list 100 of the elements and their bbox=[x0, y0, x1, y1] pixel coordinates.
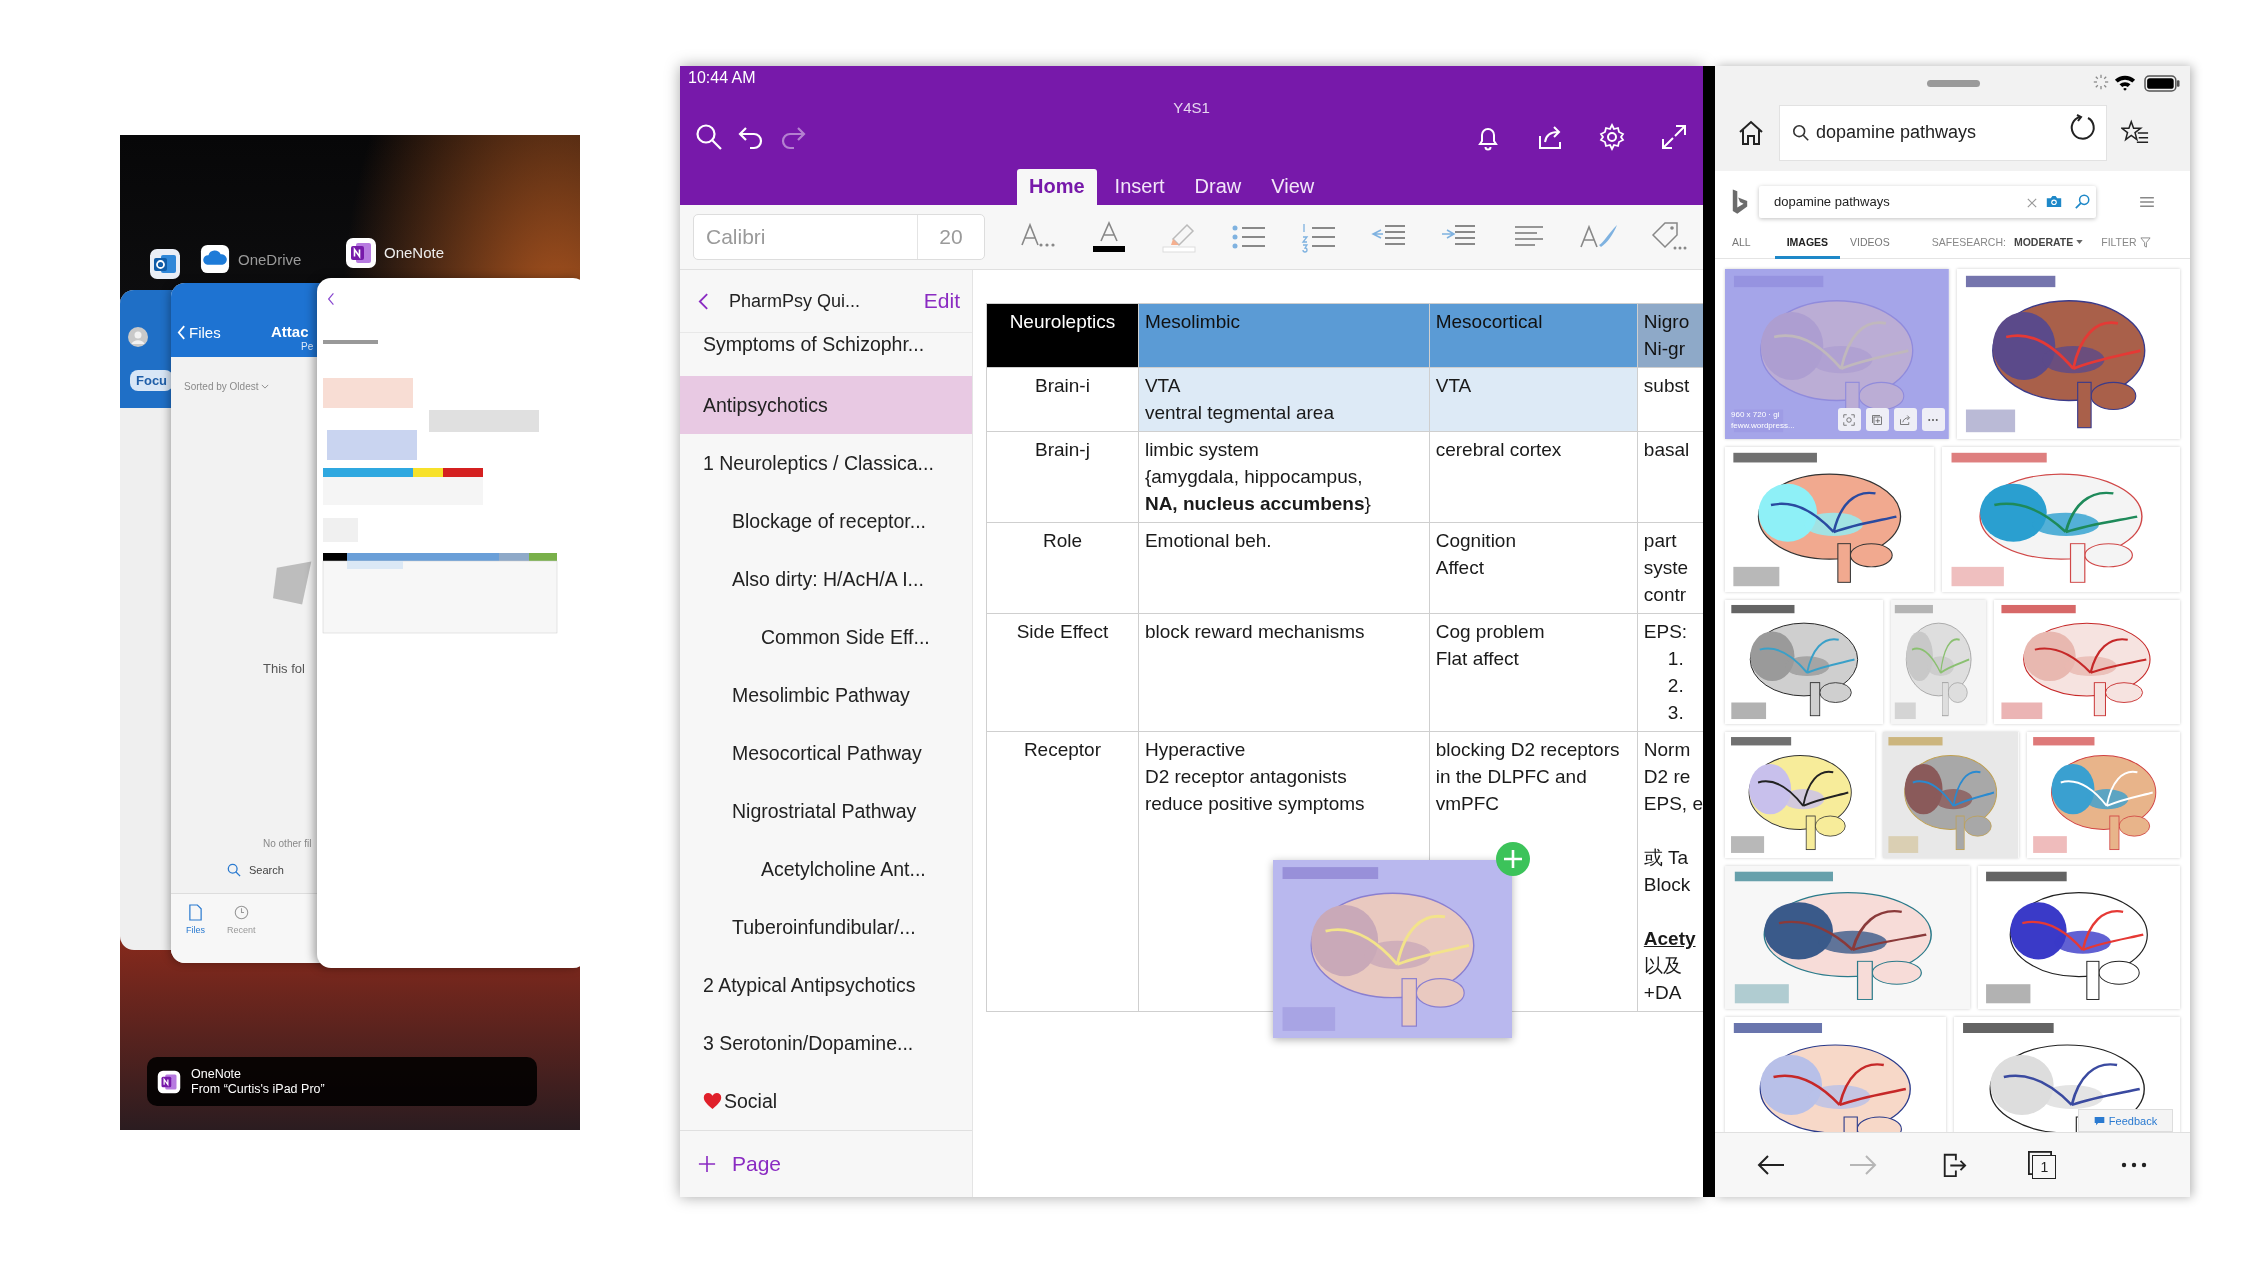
home-icon[interactable] bbox=[1737, 118, 1765, 147]
address-bar[interactable]: dopamine pathways bbox=[1779, 104, 2107, 161]
add-icon[interactable] bbox=[1495, 841, 1531, 877]
search-icon[interactable] bbox=[2075, 194, 2090, 209]
status-time: 10:44 AM bbox=[688, 69, 756, 87]
page-item[interactable]: Also dirty: H/AcH/A I... bbox=[680, 550, 972, 608]
plus-icon bbox=[698, 1155, 716, 1173]
battery-icon bbox=[2143, 75, 2181, 92]
search-link[interactable]: Search bbox=[227, 863, 284, 877]
filter-tab[interactable]: Focu bbox=[130, 370, 174, 391]
more-icon[interactable] bbox=[2120, 1161, 2149, 1169]
ribbon-tab[interactable]: Draw bbox=[1182, 169, 1254, 205]
search-field[interactable]: dopamine pathways bbox=[1759, 185, 2096, 218]
share-icon[interactable] bbox=[1536, 123, 1564, 151]
settings-icon[interactable] bbox=[1598, 123, 1626, 151]
card-subtitle: Pe bbox=[301, 341, 314, 352]
page-item[interactable]: Mesolimbic Pathway bbox=[680, 666, 972, 724]
back-link[interactable]: Files bbox=[177, 324, 221, 341]
page-item[interactable]: 3 Serotonin/Dopamine... bbox=[680, 1014, 972, 1072]
page-item[interactable]: Symptoms of Schizophr... bbox=[680, 333, 972, 376]
ribbon-tab[interactable]: Insert bbox=[1102, 169, 1177, 205]
feedback-button[interactable]: Feedback bbox=[2078, 1109, 2173, 1132]
drag-handle[interactable] bbox=[1927, 80, 1980, 87]
expand-icon[interactable] bbox=[1660, 123, 1688, 151]
logo-icon[interactable] bbox=[1731, 187, 1749, 216]
table-cell: block reward mechanisms bbox=[1138, 613, 1430, 732]
table-header: Mesocortical bbox=[1429, 303, 1638, 368]
table-header: Nigro Ni-gr bbox=[1637, 303, 1703, 368]
menu-icon[interactable] bbox=[2139, 196, 2155, 208]
filter-icon bbox=[2139, 236, 2151, 248]
more-button[interactable] bbox=[1921, 408, 1945, 431]
table-cell: Role bbox=[986, 522, 1139, 614]
image-source-label: feww.wordpress... bbox=[1731, 420, 1795, 431]
cell-paragraph: Norm D2 re EPS, e bbox=[1643, 738, 1703, 816]
page-item[interactable]: Antipsychotics bbox=[680, 376, 972, 434]
back-icon bbox=[327, 292, 335, 306]
safesearch-label: SAFESEARCH: bbox=[1931, 236, 2006, 248]
table-cell: Cognition Affect bbox=[1429, 522, 1638, 614]
cloud-app-icon[interactable] bbox=[200, 244, 230, 274]
table-cell: Brain-j bbox=[986, 431, 1139, 523]
envelope-app-icon[interactable] bbox=[149, 248, 181, 280]
search-icon[interactable] bbox=[695, 123, 723, 151]
ribbon-tab[interactable]: Home bbox=[1017, 169, 1097, 205]
page-item[interactable]: 2 Atypical Antipsychotics bbox=[680, 956, 972, 1014]
search-icon bbox=[1792, 123, 1810, 142]
app-name: OneNote bbox=[191, 1066, 243, 1082]
table-cell: Emotional beh. bbox=[1138, 522, 1430, 614]
clear-icon[interactable] bbox=[2027, 198, 2037, 208]
table-cell: VTA bbox=[1429, 367, 1638, 432]
filter-button[interactable]: FILTER bbox=[2101, 236, 2151, 248]
page-item[interactable]: Nigrostriatal Pathway bbox=[680, 782, 972, 840]
page-item[interactable]: Blockage of receptor... bbox=[680, 492, 972, 550]
share-button[interactable] bbox=[1893, 408, 1917, 431]
page-item[interactable]: Social bbox=[680, 1072, 972, 1130]
chat-icon bbox=[2093, 1115, 2105, 1126]
wifi-icon bbox=[2114, 74, 2136, 91]
card-title: Attac bbox=[271, 323, 309, 340]
table-cell: Side Effect bbox=[986, 613, 1139, 732]
scan-icon bbox=[1843, 413, 1855, 426]
cell-paragraph: Acety 以及 +DA bbox=[1643, 927, 1696, 1005]
device-source: From “Curtis's iPad Pro” bbox=[191, 1081, 325, 1097]
search-tab[interactable]: VIDEOS bbox=[1850, 225, 1904, 259]
image-size-label: 960 x 720 · gi bbox=[1731, 409, 1781, 420]
empty-message: This fol bbox=[263, 661, 305, 676]
notebook-app-icon[interactable] bbox=[345, 237, 377, 269]
highlighter-icon[interactable] bbox=[1159, 221, 1199, 253]
table-cell: Cog problem Flat affect bbox=[1429, 613, 1638, 732]
camera-icon[interactable] bbox=[2046, 195, 2062, 208]
share-icon bbox=[1899, 413, 1911, 426]
page-item[interactable]: Acetylcholine Ant... bbox=[680, 840, 972, 898]
page-item[interactable]: Mesocortical Pathway bbox=[680, 724, 972, 782]
search-tab[interactable]: ALL bbox=[1732, 225, 1765, 259]
tab-bar-item[interactable]: Files bbox=[186, 894, 205, 963]
table-cell: limbic system {amygdala, hippocampus, NA, nucleus accumbens} bbox=[1138, 431, 1430, 523]
add-page-button[interactable]: Page bbox=[680, 1130, 972, 1197]
visual-search-button[interactable] bbox=[1837, 408, 1861, 431]
safesearch-dropdown[interactable]: MODERATE bbox=[2013, 236, 2084, 248]
add-to-collection-icon bbox=[1871, 413, 1883, 426]
ribbon-tab[interactable]: View bbox=[1259, 169, 1327, 205]
notebook-title: Y4S1 bbox=[1173, 99, 1210, 116]
cell-paragraph: 或 Ta Block bbox=[1643, 846, 1691, 897]
avatar-icon bbox=[128, 327, 148, 347]
table-cell: Brain-i bbox=[986, 367, 1139, 432]
table-cell: cerebral cortex bbox=[1429, 431, 1638, 523]
search-icon bbox=[227, 863, 241, 877]
reload-icon[interactable] bbox=[2069, 114, 2097, 142]
app-label: OneDrive bbox=[238, 251, 302, 268]
app-label: OneNote bbox=[384, 244, 445, 261]
page-item[interactable]: 1 Neuroleptics / Classica... bbox=[680, 434, 972, 492]
clock-icon bbox=[233, 904, 249, 921]
table-cell: Receptor bbox=[986, 731, 1139, 1012]
page-item[interactable]: Common Side Eff... bbox=[680, 608, 972, 666]
search-tab[interactable]: IMAGES bbox=[1774, 225, 1841, 259]
handoff-banner[interactable]: OneNote From “Curtis's iPad Pro” bbox=[147, 1057, 537, 1106]
back-icon[interactable] bbox=[698, 291, 709, 311]
collection-button[interactable] bbox=[1865, 408, 1889, 431]
edit-button[interactable]: Edit bbox=[923, 289, 960, 313]
page-item[interactable]: Tuberoinfundibular/... bbox=[680, 898, 972, 956]
chevron-icon bbox=[177, 325, 186, 340]
loading-icon bbox=[2093, 74, 2109, 90]
